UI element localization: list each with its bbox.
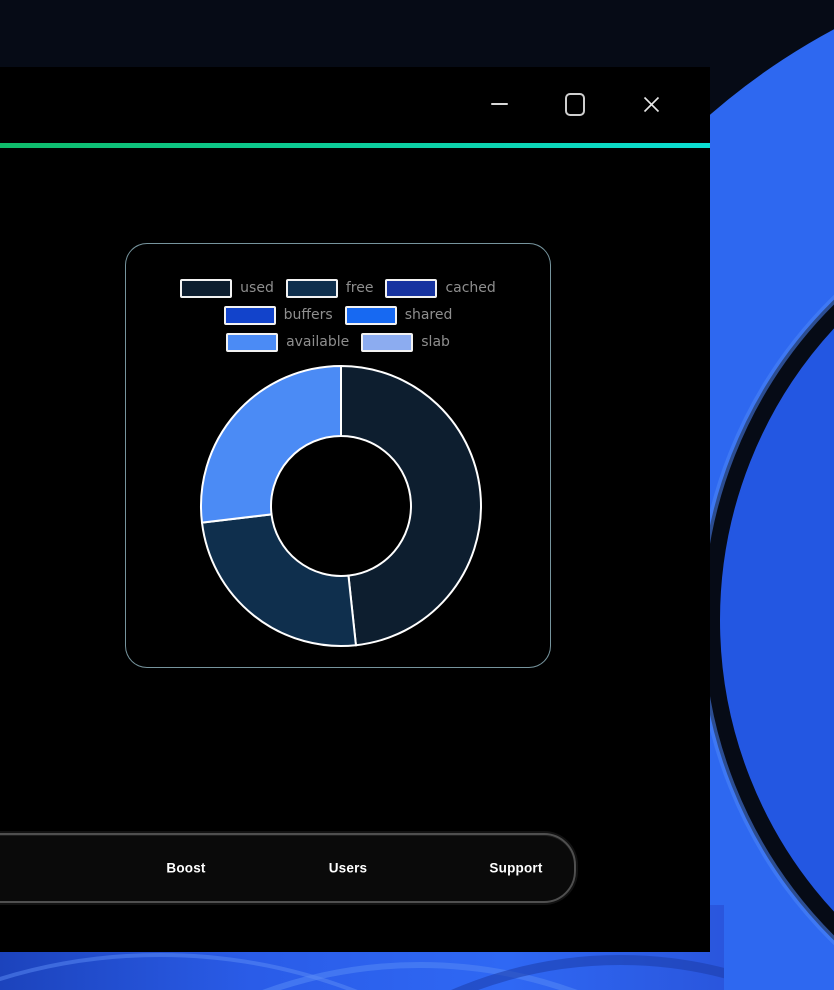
- minimize-icon: [491, 103, 508, 105]
- legend-label: available: [286, 335, 349, 350]
- legend-item-cached: cached: [385, 279, 495, 298]
- legend-item-used: used: [180, 279, 274, 298]
- legend-label: cached: [445, 281, 495, 296]
- legend-swatch: [385, 279, 437, 298]
- close-button[interactable]: [634, 89, 668, 119]
- memory-chart-panel: used free cached buffers shared available slab: [125, 243, 551, 668]
- titlebar: [0, 67, 710, 143]
- donut-chart-wrap: [191, 356, 491, 656]
- maximize-button[interactable]: [558, 89, 592, 119]
- donut-segment-available: [201, 366, 341, 523]
- donut-segment-free: [202, 514, 356, 646]
- legend-swatch: [180, 279, 232, 298]
- donut-segment-used: [341, 366, 481, 645]
- nav-item-users[interactable]: Users: [323, 860, 374, 877]
- legend-label: slab: [421, 335, 450, 350]
- close-icon: [642, 95, 661, 114]
- nav-item-support[interactable]: Support: [483, 860, 548, 877]
- legend-item-free: free: [286, 279, 374, 298]
- legend-item-available: available: [226, 333, 349, 352]
- legend-item-slab: slab: [361, 333, 450, 352]
- legend-swatch: [226, 333, 278, 352]
- minimize-button[interactable]: [482, 89, 516, 119]
- legend-label: buffers: [284, 308, 333, 323]
- chart-legend: used free cached buffers shared available slab: [152, 275, 524, 356]
- legend-swatch: [224, 306, 276, 325]
- legend-label: used: [240, 281, 274, 296]
- nav-item-boost[interactable]: Boost: [160, 860, 211, 877]
- legend-label: shared: [405, 308, 453, 323]
- app-window: used free cached buffers shared available slab…: [0, 67, 710, 952]
- legend-swatch: [361, 333, 413, 352]
- accent-divider-line: [0, 143, 710, 148]
- legend-swatch: [286, 279, 338, 298]
- bottom-nav-bar: Boost Users Support: [0, 833, 576, 903]
- legend-label: free: [346, 281, 374, 296]
- legend-item-shared: shared: [345, 306, 453, 325]
- donut-chart: [191, 356, 491, 656]
- legend-swatch: [345, 306, 397, 325]
- maximize-icon: [565, 93, 585, 116]
- legend-item-buffers: buffers: [224, 306, 333, 325]
